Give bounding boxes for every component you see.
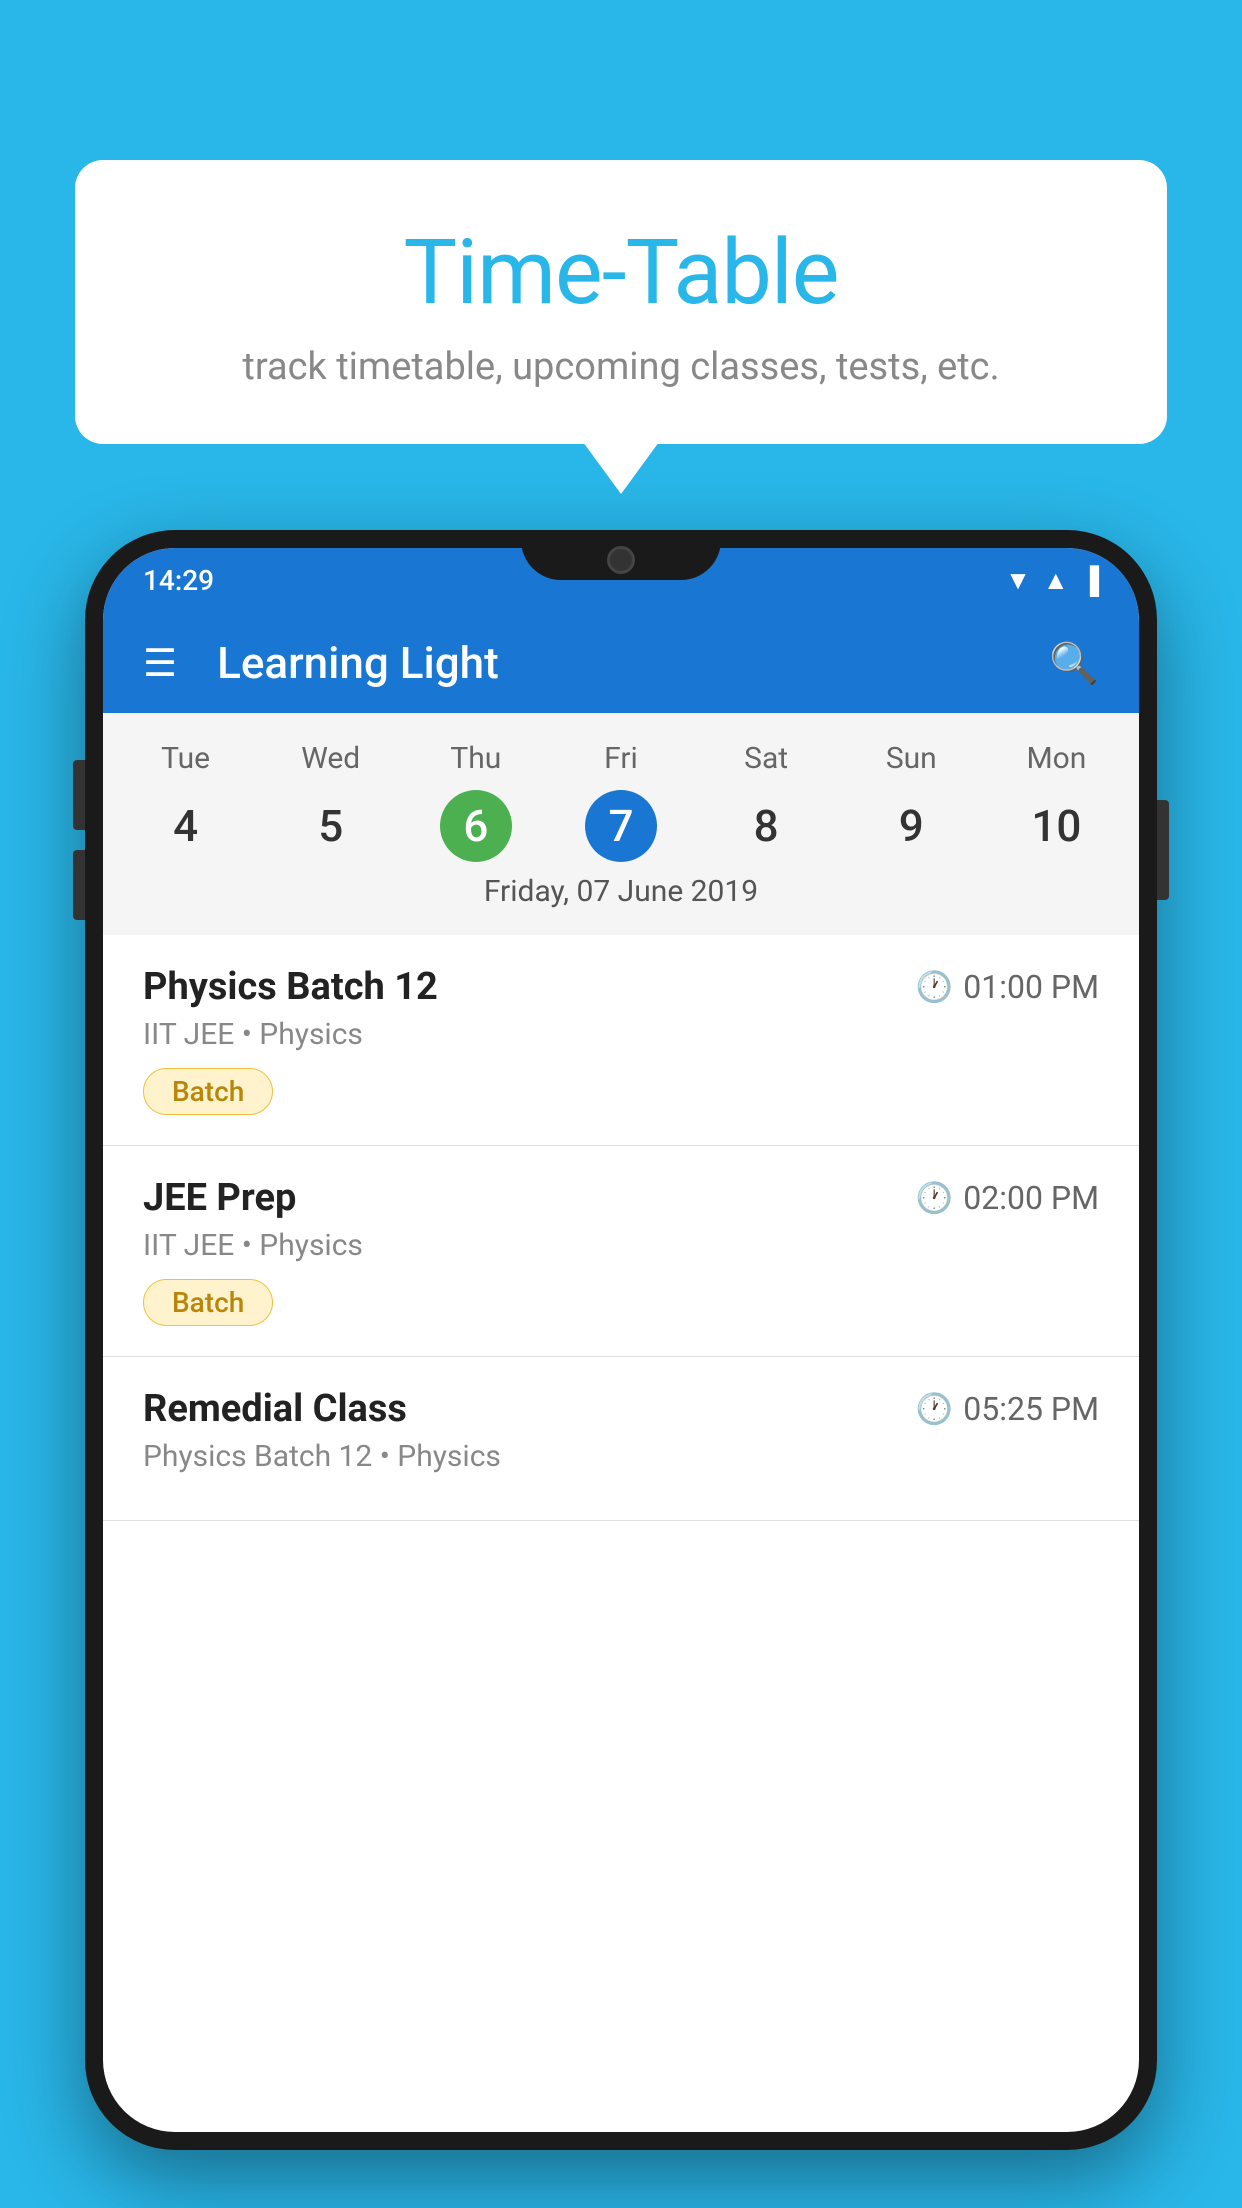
- day-5[interactable]: 5: [258, 790, 403, 862]
- schedule-item-0-header: Physics Batch 12 🕐 01:00 PM: [143, 965, 1099, 1009]
- day-headers: Tue Wed Thu Fri Sat Sun Mon: [103, 733, 1139, 784]
- status-time: 14:29: [143, 564, 214, 597]
- day-6-today[interactable]: 6: [440, 790, 512, 862]
- phone-power-button: [1157, 800, 1169, 900]
- signal-icon: ▲: [1043, 565, 1069, 596]
- day-8[interactable]: 8: [694, 790, 839, 862]
- phone-camera: [607, 546, 635, 574]
- clock-icon-2: 🕐: [916, 1392, 953, 1427]
- schedule-item-0-time: 🕐 01:00 PM: [916, 968, 1099, 1006]
- phone-notch: [521, 530, 721, 580]
- day-9[interactable]: 9: [839, 790, 984, 862]
- day-header-sun: Sun: [839, 733, 984, 784]
- phone-screen: 14:29 ▼ ▲ ▐ ☰ Learning Light 🔍 Tue Wed T…: [103, 548, 1139, 2132]
- day-header-fri: Fri: [548, 733, 693, 784]
- day-header-mon: Mon: [984, 733, 1129, 784]
- battery-icon: ▐: [1081, 565, 1099, 596]
- day-header-wed: Wed: [258, 733, 403, 784]
- day-10[interactable]: 10: [984, 790, 1129, 862]
- clock-icon-0: 🕐: [916, 970, 953, 1005]
- schedule-item-1[interactable]: JEE Prep 🕐 02:00 PM IIT JEE • Physics Ba…: [103, 1146, 1139, 1357]
- day-header-thu: Thu: [403, 733, 548, 784]
- phone-vol-down: [73, 850, 85, 920]
- schedule-item-1-sub: IIT JEE • Physics: [143, 1228, 1099, 1263]
- schedule-item-2-sub: Physics Batch 12 • Physics: [143, 1439, 1099, 1474]
- schedule-item-2-time: 🕐 05:25 PM: [916, 1390, 1099, 1428]
- day-header-tue: Tue: [113, 733, 258, 784]
- bubble-title: Time-Table: [125, 220, 1117, 325]
- schedule-list: Physics Batch 12 🕐 01:00 PM IIT JEE • Ph…: [103, 935, 1139, 1521]
- status-icons: ▼ ▲ ▐: [1005, 565, 1099, 596]
- day-7-selected[interactable]: 7: [585, 790, 657, 862]
- selected-date-label: Friday, 07 June 2019: [103, 862, 1139, 925]
- day-numbers: 4 5 6 7 8 9 10: [103, 790, 1139, 862]
- schedule-item-2[interactable]: Remedial Class 🕐 05:25 PM Physics Batch …: [103, 1357, 1139, 1521]
- schedule-item-2-header: Remedial Class 🕐 05:25 PM: [143, 1387, 1099, 1431]
- app-bar: ☰ Learning Light 🔍: [103, 613, 1139, 713]
- calendar-strip: Tue Wed Thu Fri Sat Sun Mon 4 5 6 7 8 9 …: [103, 713, 1139, 935]
- day-header-sat: Sat: [694, 733, 839, 784]
- schedule-item-0-sub: IIT JEE • Physics: [143, 1017, 1099, 1052]
- hamburger-menu-icon[interactable]: ☰: [143, 641, 177, 686]
- batch-tag-1: Batch: [143, 1279, 273, 1326]
- schedule-item-0-title: Physics Batch 12: [143, 965, 438, 1009]
- search-icon[interactable]: 🔍: [1049, 640, 1099, 687]
- phone-vol-up: [73, 760, 85, 830]
- bubble-subtitle: track timetable, upcoming classes, tests…: [125, 345, 1117, 389]
- app-title: Learning Light: [217, 637, 1009, 689]
- schedule-item-1-title: JEE Prep: [143, 1176, 296, 1220]
- phone-outer: 14:29 ▼ ▲ ▐ ☰ Learning Light 🔍 Tue Wed T…: [85, 530, 1157, 2150]
- schedule-item-1-time: 🕐 02:00 PM: [916, 1179, 1099, 1217]
- schedule-item-0[interactable]: Physics Batch 12 🕐 01:00 PM IIT JEE • Ph…: [103, 935, 1139, 1146]
- day-4[interactable]: 4: [113, 790, 258, 862]
- speech-bubble: Time-Table track timetable, upcoming cla…: [75, 160, 1167, 444]
- phone-wrapper: 14:29 ▼ ▲ ▐ ☰ Learning Light 🔍 Tue Wed T…: [85, 530, 1157, 2208]
- schedule-item-1-header: JEE Prep 🕐 02:00 PM: [143, 1176, 1099, 1220]
- batch-tag-0: Batch: [143, 1068, 273, 1115]
- schedule-item-2-title: Remedial Class: [143, 1387, 407, 1431]
- wifi-icon: ▼: [1005, 565, 1031, 596]
- clock-icon-1: 🕐: [916, 1181, 953, 1216]
